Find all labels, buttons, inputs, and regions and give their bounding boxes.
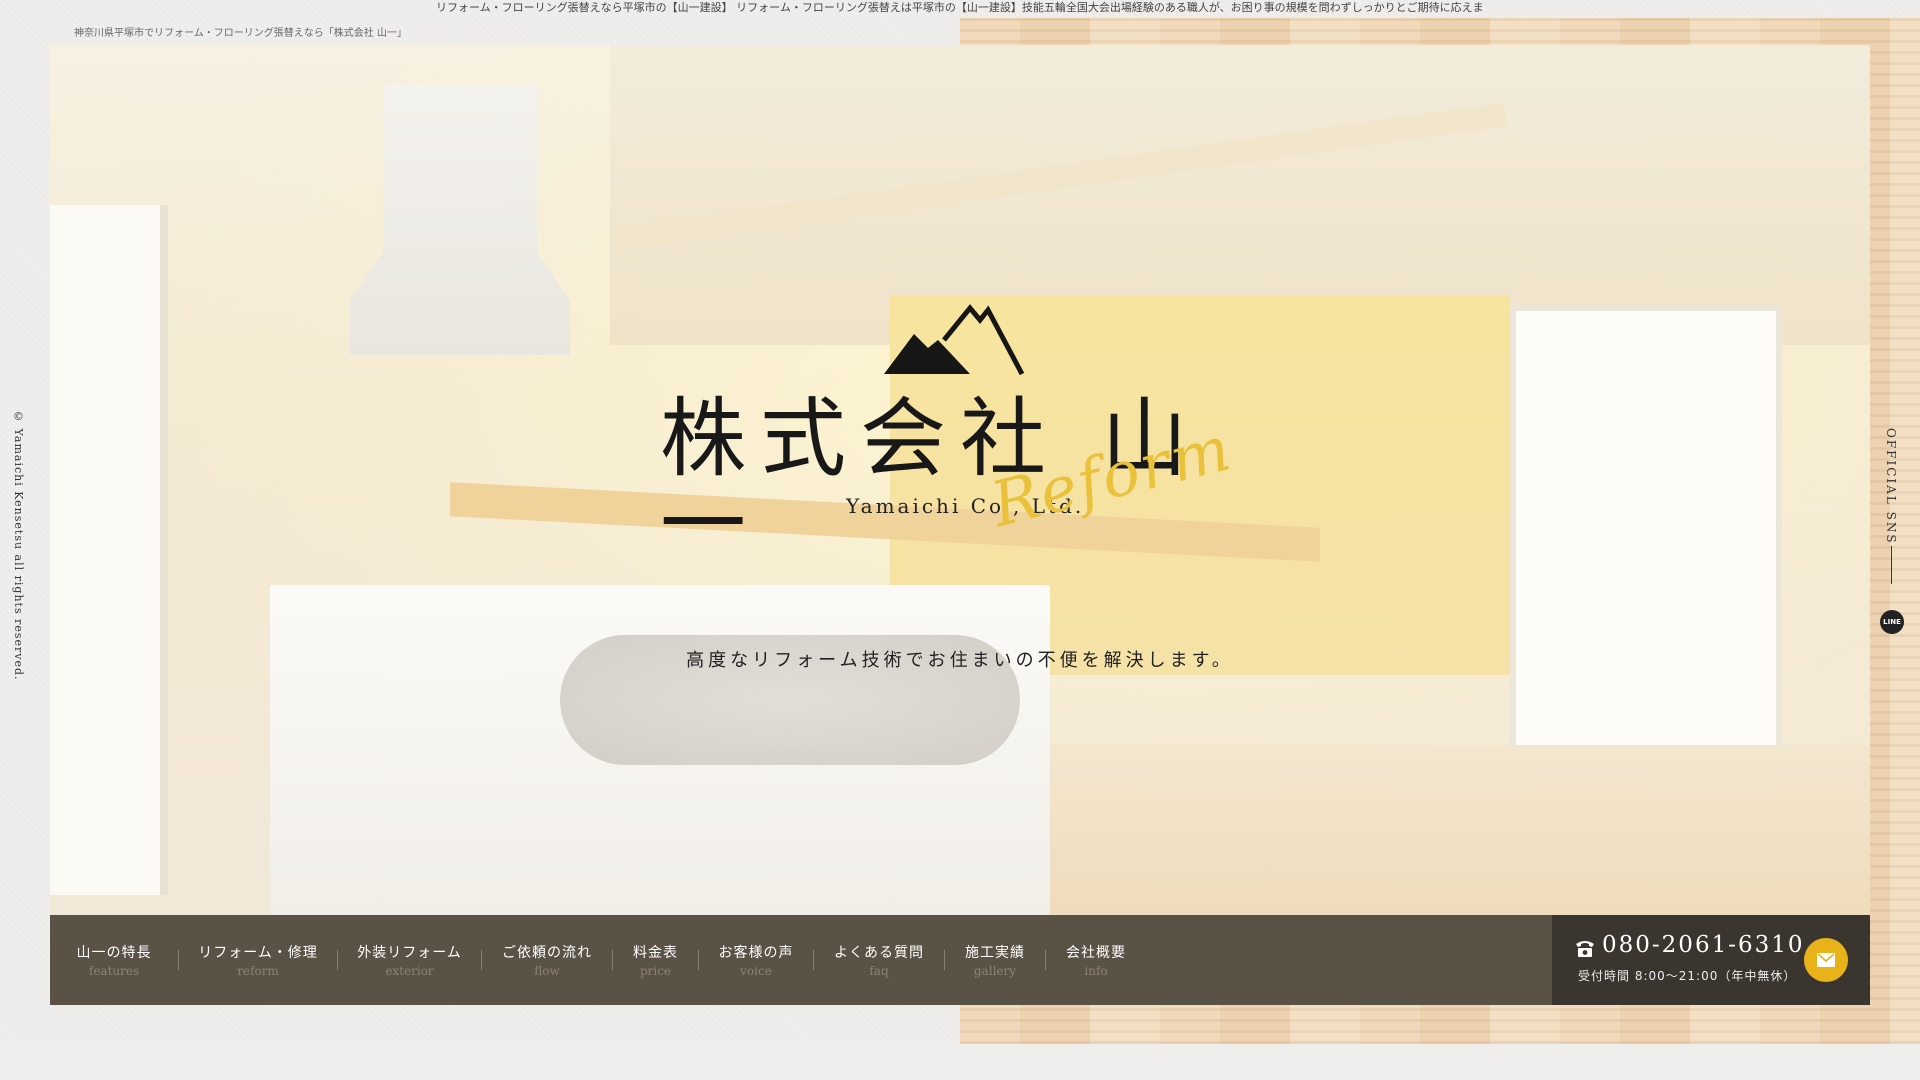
nav-label: リフォーム・修理 [198,945,318,961]
nav-sublabel: reform [237,964,279,978]
nav-item-voice[interactable]: お客様の声 voice [699,915,813,1005]
nav-item-info[interactable]: 会社概要 info [1046,915,1146,1005]
line-label: LINE [1883,618,1901,626]
site-description: 神奈川県平塚市でリフォーム・フローリング張替えなら「株式会社 山一」 [74,28,407,39]
hero-range-hood [350,85,570,355]
mail-icon [1817,953,1835,967]
mountain-logo-icon [884,304,1025,376]
nav-label: 施工実績 [965,945,1025,961]
nav-item-exterior[interactable]: 外装リフォーム exterior [338,915,481,1005]
business-hours: 受付時間 8:00～21:00（年中無休） [1578,969,1797,983]
nav-sublabel: gallery [973,964,1017,978]
phone-number[interactable]: 080-2061-6310 [1602,932,1805,958]
tagline: 高度なリフォーム技術でお住まいの不便を解決します。 [686,650,1234,671]
hero-window-right [1510,305,1782,807]
nav-sublabel: features [88,964,140,978]
nav-item-price[interactable]: 料金表 price [613,915,698,1005]
ticker-text: リフォーム・フローリング張替えなら平塚市の【山一建設】 リフォーム・フローリング… [436,1,1484,14]
bottom-strip [0,1044,1920,1080]
sns-divider [1891,546,1892,584]
hero-floor [1050,745,1870,915]
nav-label: 会社概要 [1066,945,1126,961]
nav-item-gallery[interactable]: 施工実績 gallery [945,915,1045,1005]
copyright-text: © Yamaichi Kensetsu all rights reserved. [12,410,25,681]
nav-sublabel: flow [534,964,560,978]
nav-label: お客様の声 [718,945,794,961]
nav-item-flow[interactable]: ご依頼の流れ flow [482,915,612,1005]
nav-label: 料金表 [633,945,678,961]
nav-sublabel: info [1084,964,1108,978]
nav-item-reform[interactable]: リフォーム・修理 reform [179,915,337,1005]
phone-icon [1576,941,1594,957]
line-icon[interactable]: LINE [1880,610,1904,634]
global-nav: 山一の特長 features リフォーム・修理 reform 外装リフォーム e… [50,915,1552,1005]
nav-label: ご依頼の流れ [502,945,592,961]
nav-sublabel: faq [869,964,889,978]
nav-item-features[interactable]: 山一の特長 features [50,915,178,1005]
top-ticker: リフォーム・フローリング張替えなら平塚市の【山一建設】 リフォーム・フローリング… [0,0,1920,16]
nav-sublabel: voice [740,964,772,978]
nav-label: 山一の特長 [76,945,152,961]
nav-label: 外装リフォーム [357,945,462,961]
official-sns-heading: OFFICIAL SNS [1884,428,1898,545]
nav-sublabel: price [639,964,672,978]
hero-window-left [50,205,168,895]
mail-button[interactable] [1804,938,1848,982]
nav-label: よくある質問 [834,945,924,961]
nav-item-faq[interactable]: よくある質問 faq [814,915,944,1005]
contact-box: 080-2061-6310 受付時間 8:00～21:00（年中無休） [1552,915,1870,1005]
nav-sublabel: exterior [385,964,434,978]
